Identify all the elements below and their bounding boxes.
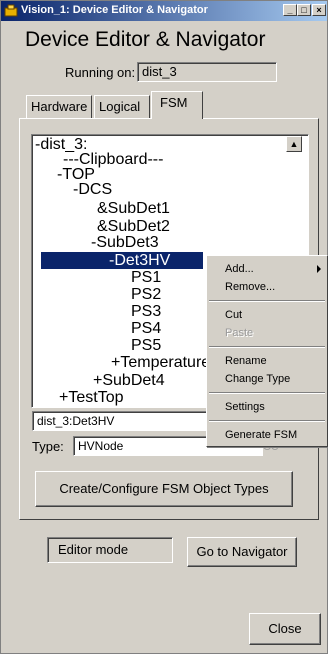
maximize-button[interactable]: □: [297, 4, 311, 16]
tree-item-top[interactable]: -TOP: [57, 167, 95, 183]
menu-item-generate-fsm[interactable]: Generate FSM: [207, 426, 327, 444]
tree-item-subdet3[interactable]: -SubDet3: [91, 235, 159, 251]
device-editor-window: Vision_1: Device Editor & Navigator _ □ …: [0, 0, 328, 654]
close-window-button[interactable]: ×: [312, 4, 326, 16]
tree-item-clipboard[interactable]: ---Clipboard---: [63, 152, 163, 168]
tree-item-subdet2[interactable]: &SubDet2: [97, 219, 170, 235]
editor-mode-indicator: Editor mode: [47, 537, 173, 563]
submenu-arrow-icon: [317, 265, 321, 273]
tree-item-ps4[interactable]: PS4: [131, 321, 161, 337]
menu-separator: [209, 300, 325, 302]
tab-logical[interactable]: Logical: [94, 95, 150, 118]
menu-item-change-type[interactable]: Change Type: [207, 370, 327, 388]
tab-hardware[interactable]: Hardware: [26, 95, 92, 118]
close-button[interactable]: Close: [249, 613, 321, 645]
tree-item-dcs[interactable]: -DCS: [73, 182, 112, 198]
tree-item-subdet1[interactable]: &SubDet1: [97, 201, 170, 217]
scroll-up-arrow-icon[interactable]: ▲: [286, 136, 302, 152]
menu-item-remove[interactable]: Remove...: [207, 278, 327, 296]
tree-item-subdet4[interactable]: +SubDet4: [93, 373, 165, 389]
create-configure-fsm-button[interactable]: Create/Configure FSM Object Types: [35, 471, 293, 507]
tree-item-ps5[interactable]: PS5: [131, 338, 161, 354]
tree-item-det3hv[interactable]: -Det3HV: [109, 253, 170, 269]
menu-separator: [209, 346, 325, 348]
tree-item-ps2[interactable]: PS2: [131, 287, 161, 303]
minimize-button[interactable]: _: [283, 4, 297, 16]
menu-item-rename[interactable]: Rename: [207, 352, 327, 370]
tree-item-ps1[interactable]: PS1: [131, 270, 161, 286]
running-on-label: Running on:: [65, 65, 136, 80]
window-title: Vision_1: Device Editor & Navigator: [21, 4, 208, 16]
menu-separator: [209, 420, 325, 422]
tab-fsm[interactable]: FSM: [151, 91, 203, 119]
tree-item-testtop[interactable]: +TestTop: [59, 390, 123, 406]
menu-item-paste: Paste: [225, 327, 254, 339]
type-label: Type:: [32, 439, 64, 454]
menu-item-cut[interactable]: Cut: [207, 306, 327, 324]
menu-separator: [209, 392, 325, 394]
context-menu: Add... Remove... Cut Paste Rename Change…: [206, 255, 328, 447]
menu-item-settings[interactable]: Settings: [207, 398, 327, 416]
title-bar[interactable]: Vision_1: Device Editor & Navigator _ □ …: [1, 1, 327, 21]
menu-item-add[interactable]: Add...: [207, 260, 327, 278]
running-on-field: dist_3: [137, 62, 277, 82]
menu-item-add-label: Add...: [225, 263, 254, 275]
tree-item-dist3[interactable]: -dist_3:: [35, 137, 87, 153]
page-title: Device Editor & Navigator: [25, 28, 266, 51]
tree-item-temperatures[interactable]: +Temperatures: [111, 355, 218, 371]
go-to-navigator-button[interactable]: Go to Navigator: [187, 537, 297, 567]
tree-item-ps3[interactable]: PS3: [131, 304, 161, 320]
vision-app-icon: [4, 4, 18, 17]
